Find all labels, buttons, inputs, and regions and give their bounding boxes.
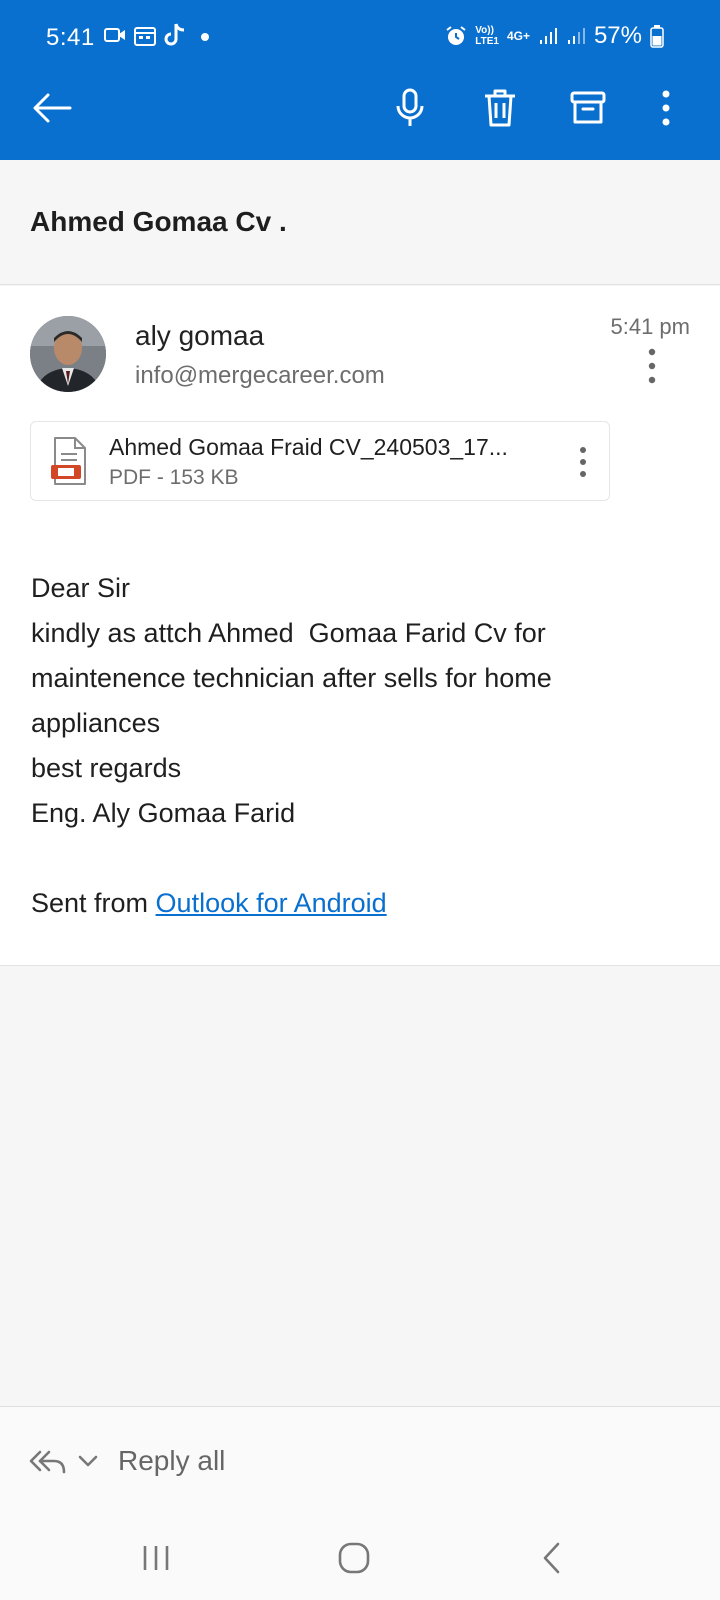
attachment-name: Ahmed Gomaa Fraid CV_240503_17... xyxy=(109,434,508,460)
avatar-photo xyxy=(30,316,106,392)
trash-icon xyxy=(485,89,515,127)
avatar[interactable] xyxy=(30,316,106,392)
archive-icon xyxy=(570,91,606,124)
more-vert-icon xyxy=(580,447,586,477)
dot-icon xyxy=(201,33,209,41)
recents-button[interactable] xyxy=(134,1536,178,1580)
volte-indicator: Vo)) LTE1 xyxy=(475,25,499,47)
sent-from-line: Sent from Outlook for Android xyxy=(31,881,691,926)
signal-icon xyxy=(567,28,585,44)
attachment-more-button[interactable] xyxy=(573,442,593,482)
body-line: best regards xyxy=(31,753,182,783)
reply-all-icon[interactable] xyxy=(28,1442,68,1482)
lte-label: LTE1 xyxy=(475,36,499,47)
more-options-button[interactable] xyxy=(642,84,690,132)
back-arrow-icon xyxy=(33,93,72,123)
recents-icon xyxy=(143,1546,169,1570)
subject-bar: Ahmed Gomaa Cv . xyxy=(0,160,720,285)
outlook-link[interactable]: Outlook for Android xyxy=(156,888,387,918)
calendar-icon xyxy=(134,27,156,46)
email-body: Dear Sir kindly as attch Ahmed Gomaa Far… xyxy=(31,566,691,926)
body-line: maintenence technician after sells for h… xyxy=(31,663,552,693)
system-back-button[interactable] xyxy=(530,1536,574,1580)
chevron-down-icon[interactable] xyxy=(76,1449,100,1473)
delete-button[interactable] xyxy=(476,84,524,132)
more-vert-icon xyxy=(648,348,656,384)
email-subject: Ahmed Gomaa Cv . xyxy=(30,206,287,237)
dictation-button[interactable] xyxy=(386,84,434,132)
status-right: Vo)) LTE1 4G+ 57% xyxy=(445,22,664,50)
message-time: 5:41 pm xyxy=(610,314,691,339)
battery-icon xyxy=(650,25,664,48)
sender-name[interactable]: aly gomaa xyxy=(135,320,264,352)
signal-icon xyxy=(539,28,557,44)
status-bar: 5:41 Vo)) LTE1 4G+ 57% xyxy=(0,0,720,78)
microphone-icon xyxy=(396,88,424,126)
body-line: Eng. Aly Gomaa Farid xyxy=(31,798,296,828)
sent-from-prefix: Sent from xyxy=(31,888,156,918)
volte-label: Vo)) xyxy=(475,25,494,36)
home-icon xyxy=(338,1542,370,1574)
network-type: 4G+ xyxy=(506,29,530,43)
status-time: 5:41 xyxy=(46,24,95,51)
home-button[interactable] xyxy=(332,1536,376,1580)
attachment-meta: PDF - 153 KB xyxy=(109,466,239,489)
reply-bar: Reply all xyxy=(0,1406,720,1516)
body-line: kindly as attch Ahmed Gomaa Farid Cv for xyxy=(31,618,546,648)
attachment-card[interactable]: Ahmed Gomaa Fraid CV_240503_17... PDF - … xyxy=(30,421,610,501)
body-spacer xyxy=(31,836,691,881)
reply-all-button[interactable]: Reply all xyxy=(118,1445,225,1477)
message-card: aly gomaa info@mergecareer.com 5:41 pm A… xyxy=(0,286,720,966)
chevron-left-icon xyxy=(543,1542,560,1574)
back-button[interactable] xyxy=(28,84,76,132)
battery-percent: 57% xyxy=(593,22,642,49)
sender-email[interactable]: info@mergecareer.com xyxy=(135,362,385,390)
archive-button[interactable] xyxy=(564,84,612,132)
app-bar: 5:41 Vo)) LTE1 4G+ 57% xyxy=(0,0,720,160)
tiktok-icon xyxy=(164,23,185,46)
body-line: Dear Sir xyxy=(31,573,131,603)
pdf-file-icon xyxy=(51,437,86,485)
video-icon xyxy=(104,28,125,42)
system-nav-bar xyxy=(0,1516,720,1600)
body-line: appliances xyxy=(31,708,161,738)
alarm-icon xyxy=(446,26,466,45)
more-vert-icon xyxy=(662,90,670,126)
message-more-button[interactable] xyxy=(640,346,664,386)
